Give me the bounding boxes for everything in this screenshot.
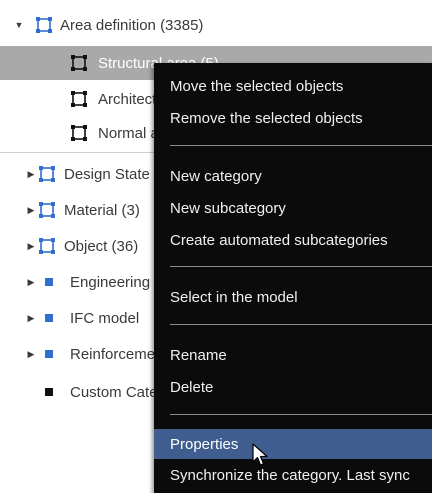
menu-item-label: Remove the selected objects — [170, 109, 363, 127]
chevron-right-icon[interactable]: ▶ — [26, 205, 36, 215]
square-icon — [45, 278, 53, 286]
square-icon — [45, 388, 53, 396]
tree-row-label: IFC model — [70, 309, 140, 327]
tree-row-label: Area definition (3385) — [60, 16, 204, 34]
chevron-right-icon[interactable]: ▶ — [26, 313, 36, 323]
grid-icon — [71, 55, 87, 71]
menu-item-label: Move the selected objects — [170, 77, 344, 95]
tree-row-label: Design State — [64, 165, 150, 183]
menu-item-rename[interactable]: Rename — [154, 340, 432, 370]
menu-item-label: New category — [170, 167, 262, 185]
menu-item-create-automated-subcategories[interactable]: Create automated subcategories — [154, 225, 432, 255]
menu-item-new-category[interactable]: New category — [154, 161, 432, 191]
grid-icon — [36, 17, 52, 33]
menu-item-label: Synchronize the category. Last sync — [170, 466, 410, 484]
grid-icon — [39, 166, 55, 182]
tree-row-label: Reinforcement — [70, 345, 168, 363]
mouse-cursor-icon — [252, 443, 268, 466]
chevron-right-icon[interactable]: ▶ — [26, 349, 36, 359]
menu-separator — [170, 414, 432, 415]
menu-separator — [170, 266, 432, 267]
menu-item-label: Create automated subcategories — [170, 231, 388, 249]
grid-icon — [71, 91, 87, 107]
menu-item-properties[interactable]: Properties — [154, 429, 432, 459]
menu-item-label: Properties — [170, 435, 239, 453]
menu-item-synchronize-category[interactable]: Synchronize the category. Last sync — [154, 460, 432, 490]
menu-item-move-selected[interactable]: Move the selected objects — [154, 71, 432, 101]
tree-row-label: Object (36) — [64, 237, 139, 255]
chevron-down-icon[interactable]: ▼ — [14, 20, 24, 30]
menu-item-label: New subcategory — [170, 199, 286, 217]
tree-row-label: Material (3) — [64, 201, 140, 219]
menu-separator — [170, 145, 432, 146]
square-icon — [45, 350, 53, 358]
square-icon — [45, 314, 53, 322]
chevron-right-icon[interactable]: ▶ — [26, 169, 36, 179]
grid-icon — [39, 238, 55, 254]
tree-divider — [0, 152, 160, 153]
tree-row-label: Engineering — [70, 273, 151, 291]
menu-item-label: Select in the model — [170, 288, 298, 306]
grid-icon — [71, 125, 87, 141]
chevron-right-icon[interactable]: ▶ — [26, 277, 36, 287]
menu-item-label: Delete — [170, 378, 214, 396]
menu-separator — [170, 324, 432, 325]
grid-icon — [39, 202, 55, 218]
chevron-right-icon[interactable]: ▶ — [26, 241, 36, 251]
menu-item-new-subcategory[interactable]: New subcategory — [154, 193, 432, 223]
tree-row-area-definition[interactable]: ▼ Area definition (3385) — [0, 8, 432, 42]
context-menu: Move the selected objects Remove the sel… — [154, 63, 432, 493]
menu-item-select-in-model[interactable]: Select in the model — [154, 282, 432, 312]
menu-item-label: Rename — [170, 346, 227, 364]
menu-item-delete[interactable]: Delete — [154, 372, 432, 402]
menu-item-remove-selected[interactable]: Remove the selected objects — [154, 103, 432, 133]
